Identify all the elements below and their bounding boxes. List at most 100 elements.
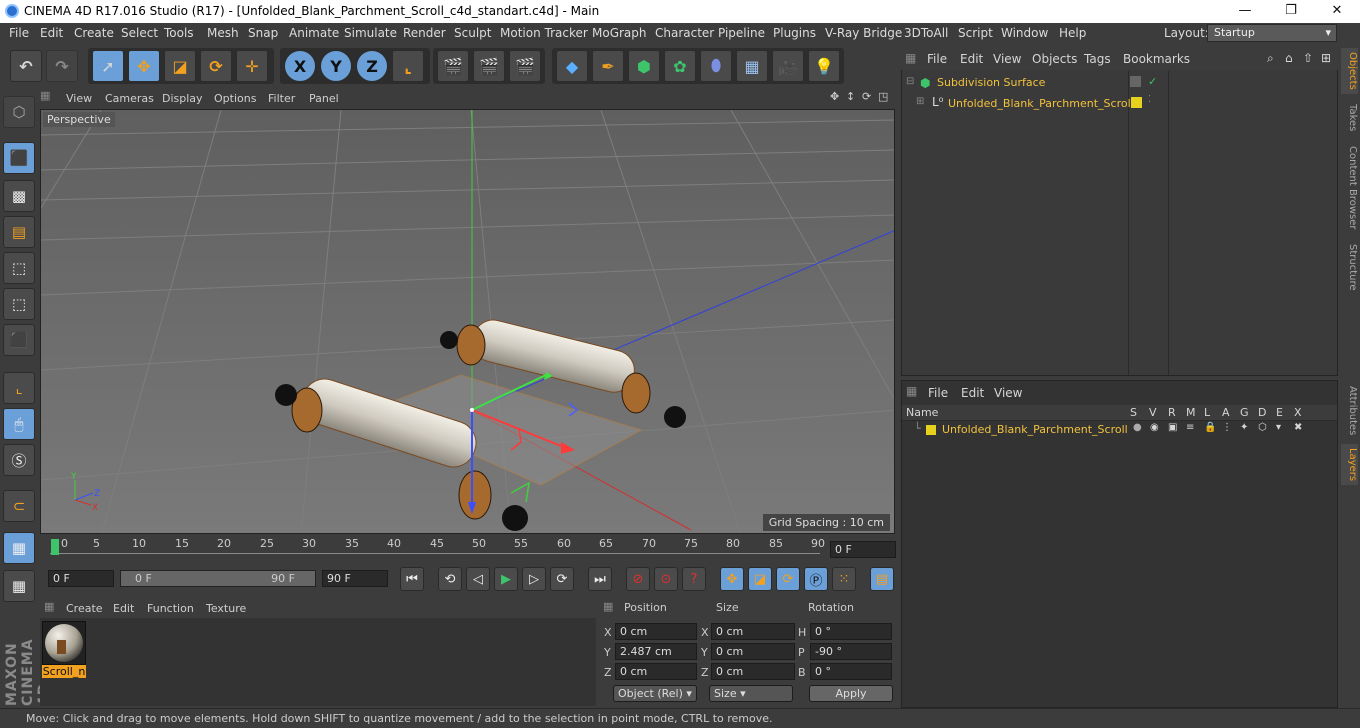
- viewport-move-icon[interactable]: ✥: [830, 90, 839, 103]
- previous-key-button[interactable]: ⟲: [438, 567, 462, 591]
- tab-content-browser[interactable]: Content Browser: [1341, 142, 1358, 233]
- objects-menu-edit[interactable]: Edit: [960, 52, 983, 66]
- subdivision-surface-button[interactable]: ⬢: [628, 50, 660, 82]
- y-axis-lock-button[interactable]: Y: [320, 50, 352, 82]
- generators-icon[interactable]: ✦: [1240, 422, 1248, 433]
- menu-vray-bridge[interactable]: V-Ray Bridge: [825, 26, 902, 40]
- viewport-zoom-icon[interactable]: ↕: [846, 90, 855, 103]
- expand-icon[interactable]: ⊞: [916, 96, 924, 107]
- size-z-field[interactable]: 0 cm: [711, 663, 795, 680]
- axis-mode-button[interactable]: ⌞: [3, 372, 35, 404]
- menu-mograph[interactable]: MoGraph: [592, 26, 647, 40]
- size-mode-dropdown[interactable]: Size ▾: [709, 685, 793, 702]
- new-view-icon[interactable]: ⊞: [1321, 51, 1331, 65]
- visibility-dots-icon[interactable]: ⁚: [1148, 94, 1151, 105]
- search-icon[interactable]: ⌕: [1267, 51, 1274, 66]
- make-editable-button[interactable]: ⬡: [3, 96, 35, 128]
- size-y-field[interactable]: 0 cm: [711, 643, 795, 660]
- keyframe-selection-button[interactable]: ?: [682, 567, 706, 591]
- visibility-eye-icon[interactable]: ◉: [1150, 422, 1159, 433]
- rotate-tool-button[interactable]: ⟳: [200, 50, 232, 82]
- layers-menu-edit[interactable]: Edit: [961, 386, 984, 400]
- objects-menu-file[interactable]: File: [927, 52, 947, 66]
- tab-attributes[interactable]: Attributes: [1341, 382, 1358, 439]
- menu-select[interactable]: Select: [121, 26, 158, 40]
- menu-help[interactable]: Help: [1059, 26, 1086, 40]
- material-menu-function[interactable]: Function: [147, 602, 194, 615]
- viewport-rotate-icon[interactable]: ⟳: [862, 90, 871, 103]
- points-mode-button[interactable]: ⬚: [3, 252, 35, 284]
- layers-menu-view[interactable]: View: [994, 386, 1022, 400]
- objects-menu-view[interactable]: View: [993, 52, 1021, 66]
- minimize-button[interactable]: —: [1222, 0, 1268, 23]
- position-y-field[interactable]: 2.487 cm: [615, 643, 697, 660]
- menu-render[interactable]: Render: [403, 26, 446, 40]
- scale-tool-button[interactable]: ◪: [164, 50, 196, 82]
- transform-tool-button[interactable]: ✛: [236, 50, 268, 82]
- viewport-menu-view[interactable]: View: [66, 92, 92, 105]
- material-menu-create[interactable]: Create: [66, 602, 103, 615]
- menu-file[interactable]: File: [9, 26, 29, 40]
- layer-name[interactable]: Unfolded_Blank_Parchment_Scroll: [942, 423, 1128, 436]
- key-position-button[interactable]: ✥: [720, 567, 744, 591]
- redo-button[interactable]: ↷: [46, 50, 78, 82]
- object-name[interactable]: Subdivision Surface: [937, 76, 1045, 89]
- size-x-field[interactable]: 0 cm: [711, 623, 795, 640]
- edit-render-settings-button[interactable]: 🎬: [509, 50, 541, 82]
- object-name[interactable]: Unfolded_Blank_Parchment_Scroll: [948, 97, 1134, 110]
- record-keys-button[interactable]: ⊘: [626, 567, 650, 591]
- deformer-button[interactable]: ⬮: [700, 50, 732, 82]
- layer-color-swatch[interactable]: [1131, 97, 1142, 108]
- layers-menu-file[interactable]: File: [928, 386, 948, 400]
- render-view-button[interactable]: 🎬: [437, 50, 469, 82]
- home-icon[interactable]: ⌂: [1285, 51, 1293, 65]
- previous-frame-button[interactable]: ◁: [466, 567, 490, 591]
- layer-color-swatch[interactable]: [1130, 76, 1141, 87]
- menu-pipeline[interactable]: Pipeline: [718, 26, 765, 40]
- model-mode-button[interactable]: ⬛: [3, 142, 35, 174]
- autokeying-button[interactable]: ⊙: [654, 567, 678, 591]
- viewport-menu-display[interactable]: Display: [162, 92, 203, 105]
- lock-icon[interactable]: 🔒: [1204, 422, 1216, 433]
- x-axis-lock-button[interactable]: X: [284, 50, 316, 82]
- material-name-label[interactable]: Scroll_n: [42, 665, 86, 678]
- tweak-mode-button[interactable]: 🖱: [3, 408, 35, 440]
- coordinate-system-button[interactable]: ⌞: [392, 50, 424, 82]
- drag-handle-icon[interactable]: ▦: [603, 600, 613, 613]
- pen-spline-button[interactable]: ✒: [592, 50, 624, 82]
- move-tool-button[interactable]: ✥: [128, 50, 160, 82]
- apply-button[interactable]: Apply: [809, 685, 893, 702]
- enable-snap-button[interactable]: ⊂: [3, 490, 35, 522]
- solo-dot-icon[interactable]: ●: [1133, 422, 1142, 433]
- tab-objects[interactable]: Objects: [1341, 48, 1358, 94]
- menu-sculpt[interactable]: Sculpt: [454, 26, 491, 40]
- manager-list-icon[interactable]: ≡: [1186, 422, 1194, 433]
- drag-handle-icon[interactable]: ▦: [44, 600, 54, 613]
- enabled-check-icon[interactable]: ✓: [1148, 75, 1157, 88]
- viewport-perspective[interactable]: Y Z X Perspective Grid Spacing : 10 cm: [40, 109, 895, 534]
- workplane-mode-button[interactable]: ▤: [3, 216, 35, 248]
- layer-name-header[interactable]: Name: [906, 406, 938, 419]
- camera-object-button[interactable]: 🎥: [772, 50, 804, 82]
- xref-icon[interactable]: ✖: [1294, 422, 1302, 433]
- key-pla-button[interactable]: ⁙: [832, 567, 856, 591]
- go-to-end-button[interactable]: ⏭: [588, 567, 612, 591]
- menu-script[interactable]: Script: [958, 26, 993, 40]
- play-button[interactable]: ▶: [494, 567, 518, 591]
- menu-mesh[interactable]: Mesh: [207, 26, 239, 40]
- deformers-icon[interactable]: ⬡: [1258, 422, 1267, 433]
- next-frame-button[interactable]: ▷: [522, 567, 546, 591]
- menu-edit[interactable]: Edit: [40, 26, 63, 40]
- frame-range-slider[interactable]: 0 F 90 F: [120, 570, 316, 587]
- collapse-icon[interactable]: ⊟: [906, 76, 914, 87]
- polygons-mode-button[interactable]: ⬛: [3, 324, 35, 356]
- drag-handle-icon[interactable]: ▦: [906, 384, 917, 398]
- object-row-subdivision[interactable]: ⊟ ⬢ Subdivision Surface ✓: [902, 73, 1332, 93]
- object-row-scroll[interactable]: ⊞ L⁰ Unfolded_Blank_Parchment_Scroll ⁚: [902, 93, 1332, 113]
- select-tool-button[interactable]: ➚: [92, 50, 124, 82]
- menu-simulate[interactable]: Simulate: [344, 26, 397, 40]
- menu-plugins[interactable]: Plugins: [773, 26, 816, 40]
- planar-workplane-button[interactable]: ▦: [3, 570, 35, 602]
- arrow-up-icon[interactable]: ⇧: [1303, 51, 1313, 65]
- maximize-button[interactable]: ❐: [1268, 0, 1314, 23]
